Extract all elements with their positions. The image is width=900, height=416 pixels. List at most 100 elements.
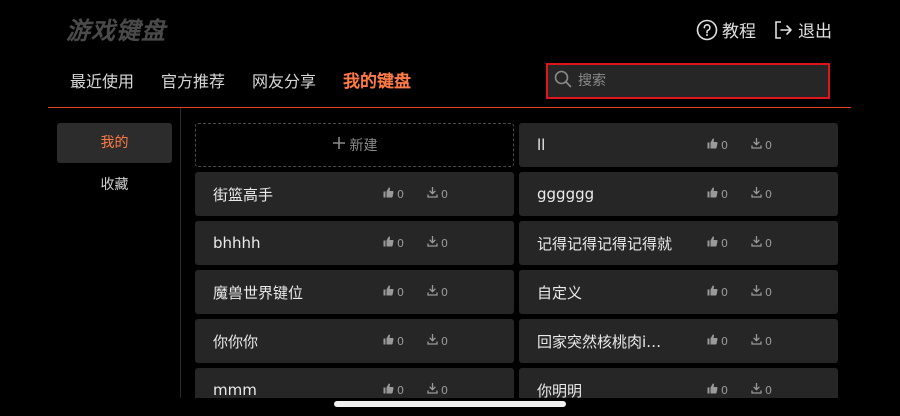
download-icon	[751, 186, 762, 201]
download-icon	[751, 333, 762, 348]
like-count-value: 0	[721, 236, 728, 250]
like-count[interactable]: 0	[383, 334, 413, 348]
tab-shared[interactable]: 网友分享	[252, 70, 316, 94]
download-count-value: 0	[765, 236, 772, 250]
thumbs-up-icon	[383, 334, 394, 348]
keyboard-card-name: 回家突然核桃肉i…	[537, 332, 662, 351]
download-count-value: 0	[441, 187, 448, 201]
download-count[interactable]: 0	[751, 333, 781, 348]
like-count-value: 0	[721, 383, 728, 397]
download-count[interactable]: 0	[751, 284, 781, 299]
download-count[interactable]: 0	[427, 235, 457, 250]
header-divider	[48, 107, 851, 108]
keyboard-card[interactable]: 你明明 0 0	[519, 368, 838, 398]
keyboard-card[interactable]: mmm 0 0	[195, 368, 514, 398]
question-circle-icon	[696, 19, 718, 41]
sidebar-divider	[180, 108, 181, 398]
download-icon	[751, 284, 762, 299]
keyboard-card-name: bhhhh	[213, 234, 261, 252]
like-count-value: 0	[721, 285, 728, 299]
keyboard-card-name: 魔兽世界键位	[213, 283, 304, 302]
download-count[interactable]: 0	[427, 186, 457, 201]
tab-official[interactable]: 官方推荐	[161, 70, 225, 94]
search-input[interactable]	[572, 72, 828, 90]
download-count[interactable]: 0	[751, 235, 781, 250]
plus-icon	[332, 136, 346, 154]
like-count[interactable]: 0	[707, 383, 737, 397]
download-icon	[427, 333, 438, 348]
new-keyboard-button[interactable]: 新建	[195, 123, 514, 167]
keyboard-card-stats: 00	[383, 235, 471, 250]
sidebar-item-favorites[interactable]: 收藏	[57, 165, 172, 205]
keyboard-card-name: 你你你	[213, 332, 259, 351]
download-icon	[427, 382, 438, 397]
keyboard-card[interactable]: 回家突然核桃肉i… 0 0	[519, 319, 838, 363]
like-count-value: 0	[721, 187, 728, 201]
keyboard-card-stats: 00	[707, 235, 795, 250]
thumbs-up-icon	[707, 138, 718, 152]
sidebar-item-mine[interactable]: 我的	[57, 123, 172, 163]
download-count-value: 0	[441, 236, 448, 250]
tutorial-button[interactable]: 教程	[696, 17, 756, 42]
like-count[interactable]: 0	[383, 285, 413, 299]
keyboard-card[interactable]: 魔兽世界键位 0 0	[195, 270, 514, 314]
keyboard-card-name: mmm	[213, 381, 257, 398]
like-count[interactable]: 0	[707, 334, 737, 348]
exit-button[interactable]: 退出	[772, 17, 832, 42]
keyboard-card-stats: 00	[383, 186, 471, 201]
new-keyboard-label: 新建	[349, 138, 378, 154]
download-count[interactable]: 0	[751, 186, 781, 201]
sidebar: 我的 收藏	[57, 123, 172, 207]
keyboard-card[interactable]: 你你你 0 0	[195, 319, 514, 363]
download-count[interactable]: 0	[427, 382, 457, 397]
like-count[interactable]: 0	[707, 187, 737, 201]
keyboard-card-name: 街篮高手	[213, 185, 274, 204]
thumbs-up-icon	[707, 383, 718, 397]
download-count[interactable]: 0	[751, 382, 781, 397]
like-count[interactable]: 0	[383, 187, 413, 201]
keyboard-card-stats: 00	[707, 333, 795, 348]
like-count-value: 0	[397, 285, 404, 299]
keyboard-card[interactable]: gggggg 0 0	[519, 172, 838, 216]
download-icon	[427, 284, 438, 299]
like-count[interactable]: 0	[707, 285, 737, 299]
download-count-value: 0	[765, 138, 772, 152]
download-count-value: 0	[765, 187, 772, 201]
like-count[interactable]: 0	[707, 236, 737, 250]
search-icon	[554, 70, 572, 92]
thumbs-up-icon	[383, 236, 394, 250]
download-count[interactable]: 0	[751, 137, 781, 152]
thumbs-up-icon	[383, 285, 394, 299]
like-count-value: 0	[397, 334, 404, 348]
keyboard-card-name: ll	[537, 136, 546, 154]
keyboard-card-name: 你明明	[537, 381, 583, 399]
like-count-value: 0	[721, 334, 728, 348]
keyboard-card[interactable]: 记得记得记得记得就 0 0	[519, 221, 838, 265]
search-box[interactable]	[546, 63, 830, 99]
like-count[interactable]: 0	[707, 138, 737, 152]
tab-bar: 最近使用 官方推荐 网友分享 我的键盘	[70, 70, 438, 94]
thumbs-up-icon	[707, 187, 718, 201]
keyboard-card[interactable]: ll 0 0	[519, 123, 838, 167]
download-count-value: 0	[441, 383, 448, 397]
thumbs-up-icon	[707, 285, 718, 299]
download-count[interactable]: 0	[427, 333, 457, 348]
keyboard-card[interactable]: 自定义 0 0	[519, 270, 838, 314]
like-count[interactable]: 0	[383, 236, 413, 250]
top-actions: 教程 退出	[696, 17, 832, 42]
download-count-value: 0	[441, 285, 448, 299]
download-count-value: 0	[441, 334, 448, 348]
download-icon	[427, 235, 438, 250]
download-count-value: 0	[765, 383, 772, 397]
keyboard-card[interactable]: bhhhh 0 0	[195, 221, 514, 265]
tab-my-keyboards[interactable]: 我的键盘	[343, 70, 411, 94]
download-count-value: 0	[765, 285, 772, 299]
download-count-value: 0	[765, 334, 772, 348]
keyboard-card[interactable]: 街篮高手 0 0	[195, 172, 514, 216]
tab-recent[interactable]: 最近使用	[70, 70, 134, 94]
keyboard-card-stats: 00	[707, 382, 795, 397]
like-count[interactable]: 0	[383, 383, 413, 397]
home-indicator	[334, 401, 566, 407]
download-count[interactable]: 0	[427, 284, 457, 299]
keyboard-card-name: 记得记得记得记得就	[537, 234, 673, 253]
